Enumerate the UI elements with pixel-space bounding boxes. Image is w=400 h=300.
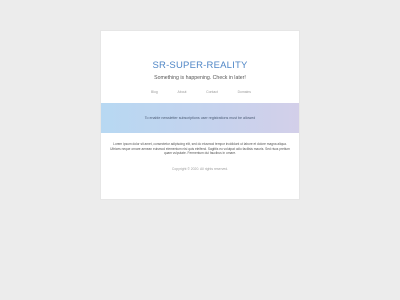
newsletter-notice: To enable newsletter subscriptions user … [144, 116, 256, 120]
copyright-text: Copyright © 2020. All rights reserved. [171, 167, 229, 171]
site-card: SR-SUPER-REALITY Something is happening.… [100, 30, 300, 200]
newsletter-banner: To enable newsletter subscriptions user … [101, 103, 299, 133]
nav-item-contact[interactable]: Contact [206, 89, 218, 96]
nav-item-domains[interactable]: Domains [238, 89, 251, 96]
site-tagline: Something is happening. Check in later! [154, 75, 246, 81]
site-title[interactable]: SR-SUPER-REALITY [101, 60, 299, 72]
nav-item-blog[interactable]: Blog [151, 89, 158, 96]
body-paragraph: Lorem ipsum dolor sit amet, consectetur … [110, 142, 290, 156]
main-nav: Blog About Contact Domains [151, 89, 251, 96]
nav-item-about[interactable]: About [178, 89, 187, 96]
